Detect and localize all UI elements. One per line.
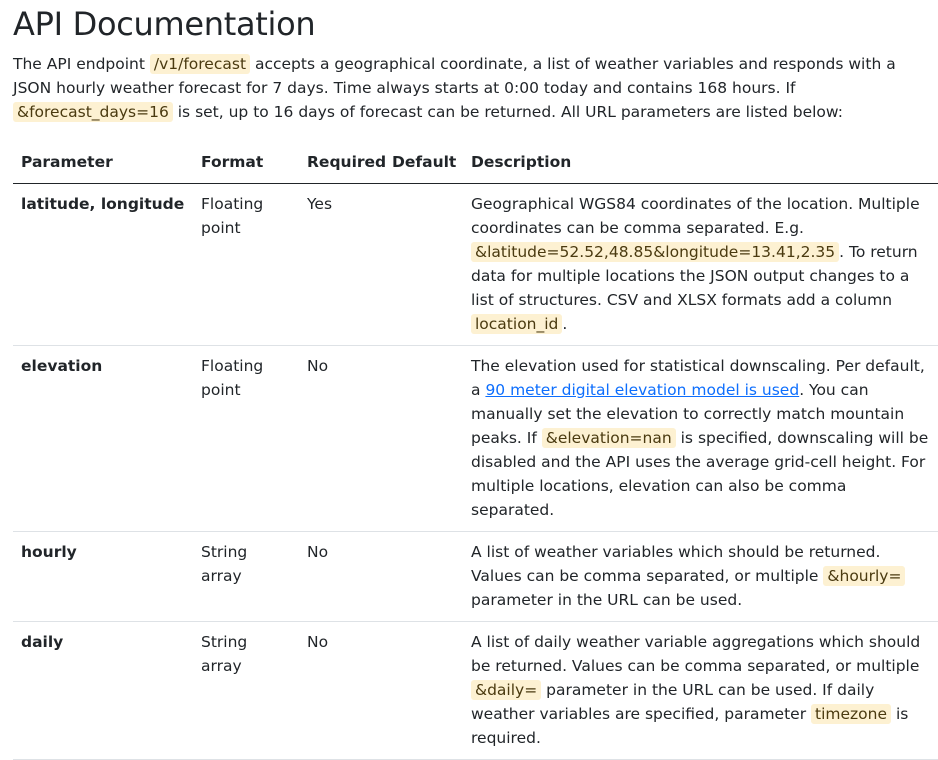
- table-row: latitude, longitude Floating point Yes G…: [13, 183, 938, 346]
- page-title: API Documentation: [13, 5, 316, 43]
- parameter-description: A list of daily weather variable aggrega…: [463, 621, 938, 760]
- parameter-default: [384, 345, 463, 532]
- daily-code: &daily=: [471, 680, 542, 700]
- intro-text: is set, up to 16 days of forecast can be…: [172, 103, 843, 121]
- parameter-name: hourly: [13, 531, 193, 622]
- timezone-code: timezone: [811, 704, 892, 724]
- parameter-description: Geographical WGS84 coordinates of the lo…: [463, 183, 938, 346]
- elevation-nan-code: &elevation=nan: [541, 428, 676, 448]
- table-row: hourly String array No A list of weather…: [13, 531, 938, 622]
- parameter-format: String array: [193, 531, 299, 622]
- intro-text: The API endpoint: [13, 55, 150, 73]
- parameter-description: The elevation used for statistical downs…: [463, 345, 938, 532]
- parameter-name: daily: [13, 621, 193, 760]
- parameter-name: latitude, longitude: [13, 183, 193, 346]
- elevation-model-link[interactable]: 90 meter digital elevation model is used: [485, 381, 799, 399]
- parameter-default: [384, 531, 463, 622]
- table-row: daily String array No A list of daily we…: [13, 621, 938, 760]
- parameter-default: [384, 621, 463, 760]
- parameter-format: Floating point: [193, 345, 299, 532]
- parameter-format: Floating point: [193, 183, 299, 346]
- description-text: A list of weather variables which should…: [471, 543, 881, 585]
- parameter-default: [384, 183, 463, 346]
- forecast-days-code: &forecast_days=16: [13, 102, 173, 122]
- intro-paragraph: The API endpoint /v1/forecast accepts a …: [13, 52, 938, 124]
- example-code: &latitude=52.52,48.85&longitude=13.41,2.…: [471, 242, 840, 262]
- column-header-description: Description: [463, 141, 938, 184]
- column-header-format: Format: [193, 141, 299, 184]
- description-text: A list of daily weather variable aggrega…: [471, 633, 921, 675]
- location-id-code: location_id: [471, 314, 563, 334]
- parameter-required: No: [299, 621, 384, 760]
- parameters-table: Parameter Format Required Default Descri…: [13, 141, 938, 760]
- column-header-required: Required: [299, 141, 386, 184]
- parameter-description: A list of weather variables which should…: [463, 531, 938, 622]
- column-header-default: Default: [384, 141, 463, 184]
- table-header-row: Parameter Format Required Default Descri…: [13, 141, 938, 184]
- parameter-required: Yes: [299, 183, 384, 346]
- description-text: parameter in the URL can be used.: [471, 591, 743, 609]
- endpoint-code: /v1/forecast: [149, 54, 251, 74]
- table-row: elevation Floating point No The elevatio…: [13, 345, 938, 532]
- parameter-format: String array: [193, 621, 299, 760]
- column-header-parameter: Parameter: [13, 141, 193, 184]
- description-text: .: [562, 315, 568, 333]
- parameter-name: elevation: [13, 345, 193, 532]
- documentation-page: API Documentation The API endpoint /v1/f…: [0, 0, 938, 760]
- description-text: Geographical WGS84 coordinates of the lo…: [471, 195, 920, 237]
- hourly-code: &hourly=: [823, 566, 906, 586]
- parameter-required: No: [299, 345, 384, 532]
- parameter-required: No: [299, 531, 384, 622]
